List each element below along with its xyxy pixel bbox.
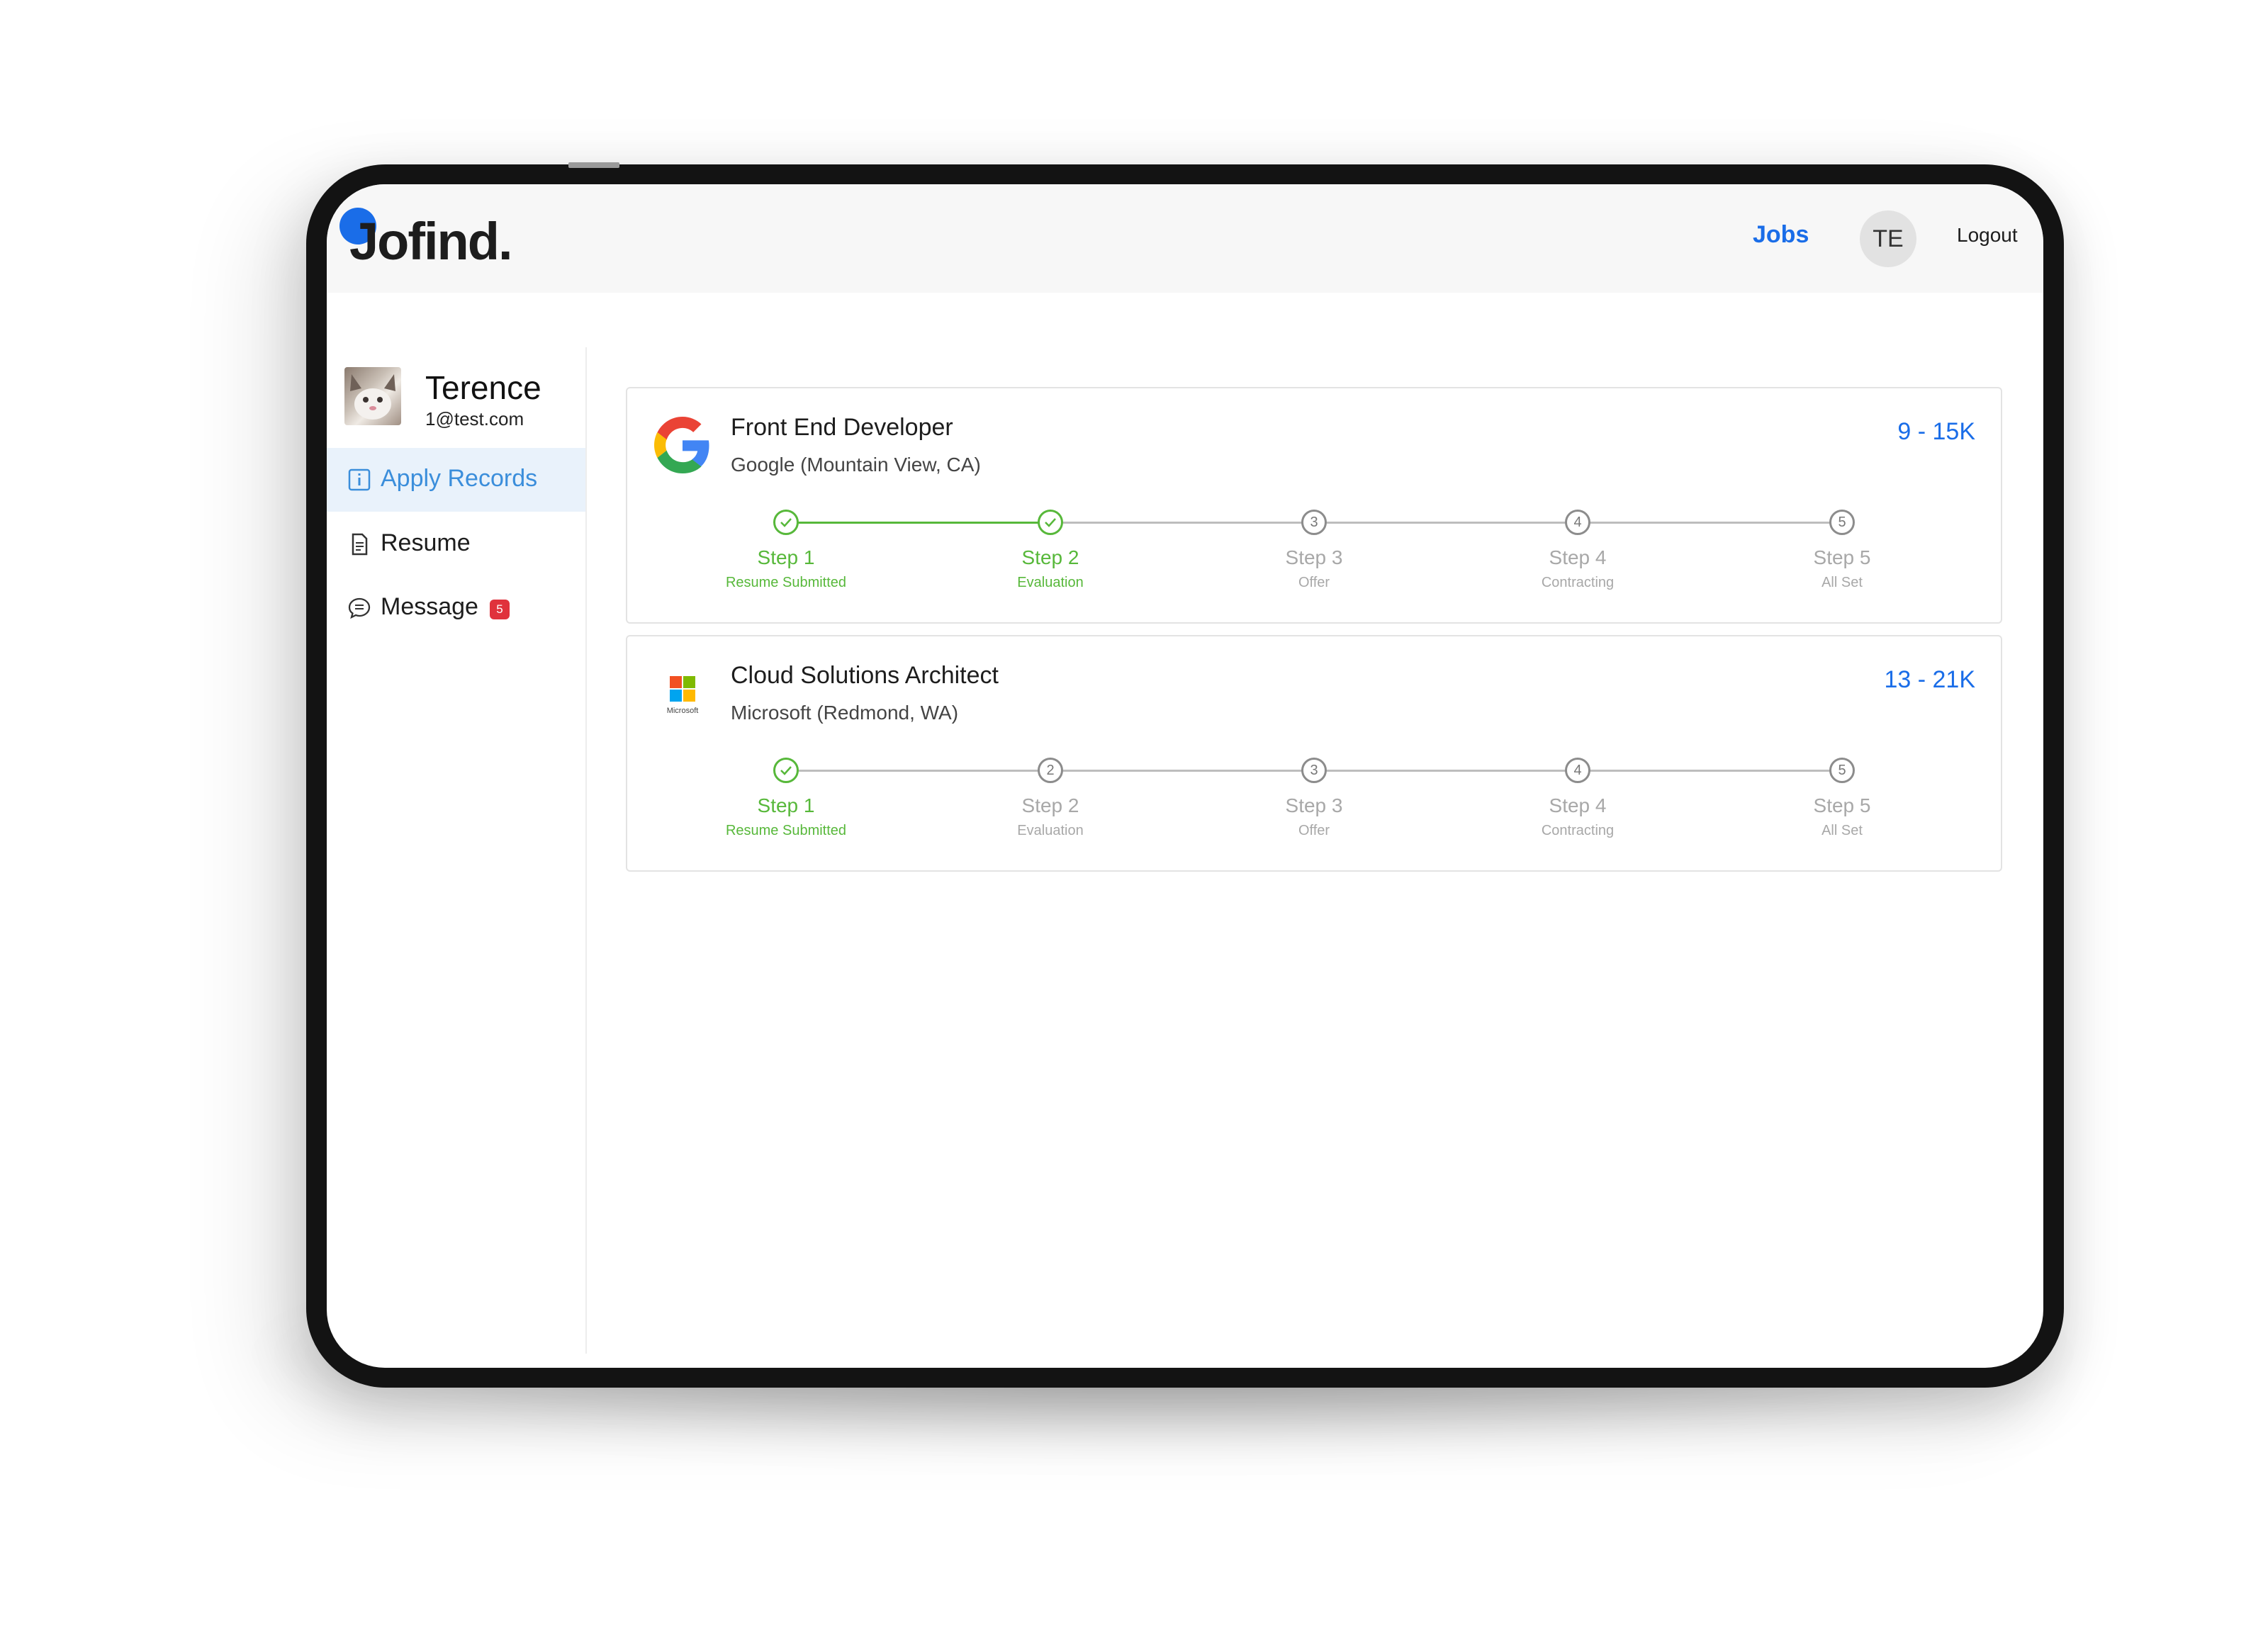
step-item: 5 Step 5 All Set xyxy=(1757,507,1927,591)
salary-range: 9 - 15K xyxy=(1897,418,1975,445)
step-item: 2 Step 2 Evaluation xyxy=(965,755,1135,839)
logout-link[interactable]: Logout xyxy=(1957,224,2018,247)
app-logo[interactable]: Jofind. xyxy=(339,196,552,281)
step-desc: Offer xyxy=(1298,575,1330,590)
step-title: Step 4 xyxy=(1549,794,1607,816)
step-item: Step 2 Evaluation xyxy=(965,507,1135,591)
step-number: 4 xyxy=(1565,758,1590,783)
job-company: Google (Mountain View, CA) xyxy=(731,454,981,476)
step-title: Step 3 xyxy=(1285,794,1343,816)
application-stepper: Step 1 Resume Submitted Step 2 Evaluatio… xyxy=(627,507,2001,600)
app-screen: Jofind. Jobs TE Logout Terence 1@test.co… xyxy=(327,184,2043,1368)
top-header: Jofind. Jobs TE Logout xyxy=(327,184,2043,293)
step-number: 3 xyxy=(1301,758,1327,783)
document-icon xyxy=(352,533,368,556)
user-avatar[interactable]: TE xyxy=(1860,210,1916,267)
job-card[interactable]: Front End Developer Google (Mountain Vie… xyxy=(626,387,2002,624)
step-title: Step 5 xyxy=(1813,794,1871,816)
job-title[interactable]: Cloud Solutions Architect xyxy=(731,662,999,690)
step-number: 5 xyxy=(1829,758,1855,783)
step-number: 5 xyxy=(1829,510,1855,535)
nav-jobs-link[interactable]: Jobs xyxy=(1753,221,1809,249)
logo-text: Jofind. xyxy=(349,212,513,271)
step-title: Step 1 xyxy=(757,546,815,568)
sidebar-item-message[interactable]: Message 5 xyxy=(327,576,585,640)
step-title: Step 4 xyxy=(1549,546,1607,568)
profile-email: 1@test.com xyxy=(425,408,524,429)
step-desc: Resume Submitted xyxy=(725,575,847,590)
step-desc: Offer xyxy=(1298,823,1330,838)
check-icon xyxy=(773,510,799,535)
camera-notch xyxy=(568,162,619,168)
microsoft-logo-text: Microsoft xyxy=(667,707,699,715)
step-desc: Contracting xyxy=(1541,575,1615,590)
unread-badge: 5 xyxy=(490,600,510,619)
step-title: Step 3 xyxy=(1285,546,1343,568)
step-number: 4 xyxy=(1565,510,1590,535)
application-stepper: Step 1 Resume Submitted 2 Step 2 Evaluat… xyxy=(627,755,2001,848)
sidebar-item-apply-records[interactable]: Apply Records xyxy=(327,448,585,512)
step-title: Step 1 xyxy=(757,794,815,816)
step-number: 2 xyxy=(1038,758,1063,783)
step-title: Step 5 xyxy=(1813,546,1871,568)
sidebar-item-resume[interactable]: Resume xyxy=(327,512,585,576)
microsoft-logo-icon: Microsoft xyxy=(654,665,711,721)
step-item: Step 1 Resume Submitted xyxy=(701,507,871,591)
step-title: Step 2 xyxy=(1021,794,1079,816)
step-desc: Resume Submitted xyxy=(725,823,847,838)
step-desc: Contracting xyxy=(1541,823,1615,838)
google-logo-icon xyxy=(654,417,709,473)
step-item: 4 Step 4 Contracting xyxy=(1493,507,1663,591)
salary-range: 13 - 21K xyxy=(1884,666,1975,693)
step-number: 3 xyxy=(1301,510,1327,535)
job-title[interactable]: Front End Developer xyxy=(731,414,953,442)
step-desc: Evaluation xyxy=(1017,575,1084,590)
step-desc: All Set xyxy=(1821,575,1863,590)
sidebar: Terence 1@test.com Apply Records Resume xyxy=(327,347,587,1354)
step-item: 3 Step 3 Offer xyxy=(1229,507,1399,591)
chat-icon xyxy=(348,597,371,619)
profile-name: Terence xyxy=(425,369,541,406)
profile-photo xyxy=(344,367,401,425)
step-item: Step 1 Resume Submitted xyxy=(701,755,871,839)
step-connector xyxy=(1050,522,1842,524)
info-icon xyxy=(348,468,371,491)
step-item: 3 Step 3 Offer xyxy=(1229,755,1399,839)
step-item: 4 Step 4 Contracting xyxy=(1493,755,1663,839)
step-item: 5 Step 5 All Set xyxy=(1757,755,1927,839)
sidebar-item-label: Message xyxy=(381,593,478,620)
sidebar-item-label: Resume xyxy=(381,529,471,556)
sidebar-item-label: Apply Records xyxy=(381,465,538,492)
tablet-frame: Jofind. Jobs TE Logout Terence 1@test.co… xyxy=(306,162,2064,1388)
job-card[interactable]: Microsoft Cloud Solutions Architect Micr… xyxy=(626,635,2002,872)
step-desc: Evaluation xyxy=(1017,823,1084,838)
step-title: Step 2 xyxy=(1021,546,1079,568)
check-icon xyxy=(1038,510,1063,535)
job-company: Microsoft (Redmond, WA) xyxy=(731,702,959,724)
step-desc: All Set xyxy=(1821,823,1863,838)
check-icon xyxy=(773,758,799,783)
